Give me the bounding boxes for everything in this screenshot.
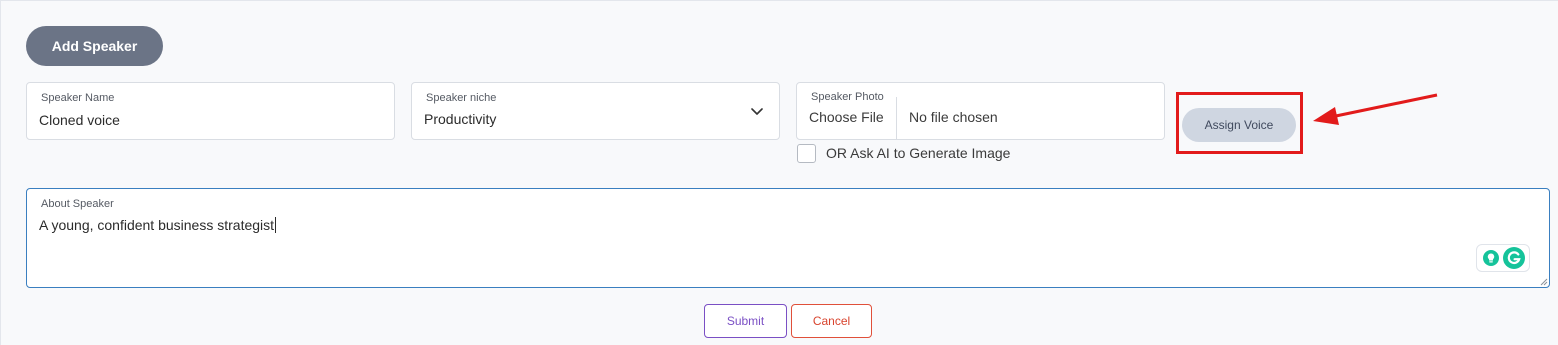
- speaker-name-field[interactable]: Speaker Name Cloned voice: [26, 82, 395, 140]
- choose-file-button[interactable]: Choose File: [809, 109, 884, 125]
- text-cursor: [275, 217, 277, 233]
- assign-voice-button[interactable]: Assign Voice: [1182, 108, 1296, 142]
- speaker-niche-label: Speaker niche: [426, 92, 497, 104]
- submit-button[interactable]: Submit: [704, 304, 787, 338]
- form-container: Add Speaker Speaker Name Cloned voice Sp…: [0, 0, 1558, 345]
- about-speaker-value[interactable]: A young, confident business strategist: [39, 217, 277, 233]
- speaker-photo-label: Speaker Photo: [811, 91, 884, 103]
- ai-image-checkbox-label[interactable]: OR Ask AI to Generate Image: [826, 145, 1010, 161]
- grammarly-widget[interactable]: [1476, 244, 1530, 272]
- about-speaker-textarea[interactable]: About Speaker A young, confident busines…: [26, 188, 1550, 288]
- about-speaker-text: A young, confident business strategist: [39, 217, 275, 233]
- about-speaker-label: About Speaker: [41, 198, 114, 210]
- resize-handle-icon[interactable]: [1540, 278, 1548, 286]
- file-status-text: No file chosen: [909, 109, 998, 125]
- cancel-button[interactable]: Cancel: [791, 304, 872, 338]
- annotation-arrow-icon: [1313, 93, 1438, 125]
- speaker-niche-value: Productivity: [424, 111, 497, 127]
- grammarly-logo-icon[interactable]: [1503, 247, 1525, 269]
- file-divider: [896, 97, 897, 139]
- add-speaker-button[interactable]: Add Speaker: [26, 26, 163, 66]
- lightbulb-icon[interactable]: [1483, 250, 1499, 266]
- ai-image-checkbox[interactable]: [797, 144, 816, 163]
- chevron-down-icon[interactable]: [749, 103, 765, 119]
- speaker-name-label: Speaker Name: [41, 92, 115, 104]
- speaker-niche-select[interactable]: Speaker niche Productivity: [411, 82, 780, 140]
- speaker-photo-field: Speaker Photo Choose File No file chosen: [796, 82, 1165, 140]
- speaker-name-value[interactable]: Cloned voice: [39, 112, 120, 128]
